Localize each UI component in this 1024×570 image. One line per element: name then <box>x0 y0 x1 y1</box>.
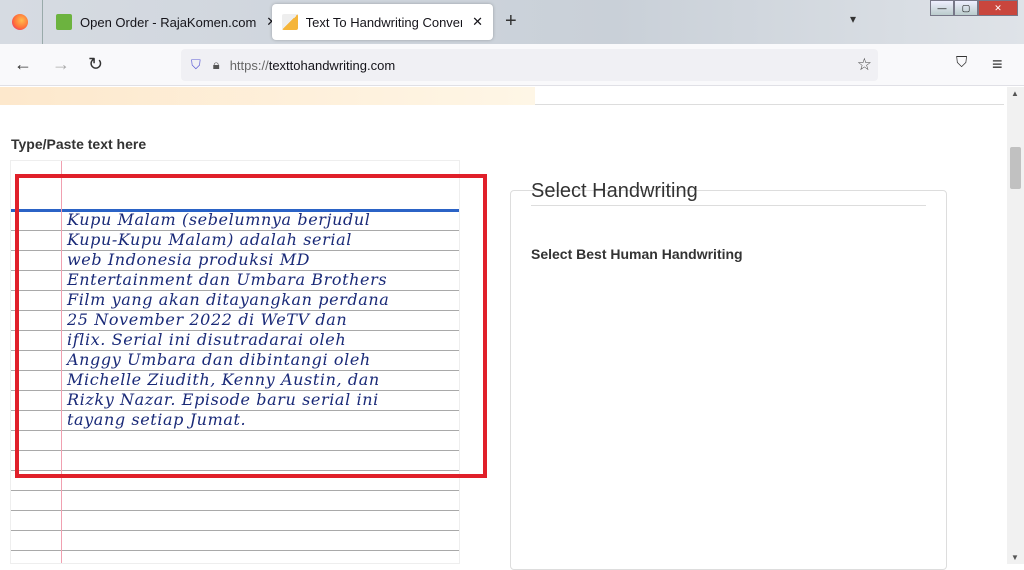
vertical-scrollbar[interactable]: ▲ ▼ <box>1007 87 1024 564</box>
close-tab-icon[interactable]: ✕ <box>472 14 483 30</box>
firefox-icon[interactable] <box>12 14 28 30</box>
maximize-button[interactable]: ▢ <box>954 0 978 16</box>
tab-open-order[interactable]: Open Order - RajaKomen.com ✕ <box>46 4 287 40</box>
scroll-up-icon[interactable]: ▲ <box>1011 89 1019 98</box>
highlight-box <box>15 174 487 478</box>
scrollbar-thumb[interactable] <box>1010 147 1021 189</box>
tab-text-to-handwriting[interactable]: Text To Handwriting Converter - ✕ <box>272 4 493 40</box>
bookmark-star-icon[interactable]: ☆ <box>857 55 872 75</box>
input-label: Type/Paste text here <box>11 136 147 152</box>
panel-title: Select Handwriting <box>531 180 698 202</box>
url-scheme: https:// <box>229 57 269 73</box>
menu-icon[interactable]: ≡ <box>992 54 1003 75</box>
forward-icon[interactable]: → <box>52 54 70 75</box>
divider <box>42 0 43 44</box>
close-window-button[interactable]: ✕ <box>978 0 1018 16</box>
new-tab-button[interactable]: + <box>505 10 517 33</box>
minimize-button[interactable]: — <box>930 0 954 16</box>
reload-icon[interactable]: ↻ <box>88 54 103 75</box>
pocket-icon[interactable]: ⛉ <box>956 54 967 71</box>
lock-icon[interactable]: 🔒︎ <box>213 57 220 73</box>
scroll-down-icon[interactable]: ▼ <box>1011 553 1019 562</box>
address-bar[interactable]: ⛉ 🔒︎ https://texttohandwriting.com ☆ <box>181 49 878 81</box>
back-icon[interactable]: ← <box>14 54 32 75</box>
tab-title: Open Order - RajaKomen.com <box>80 14 257 30</box>
pencil-note-icon <box>282 14 298 30</box>
panel-subtitle: Select Best Human Handwriting <box>531 246 743 262</box>
divider <box>531 205 926 206</box>
tab-bar: Open Order - RajaKomen.com ✕ Text To Han… <box>0 0 1024 44</box>
url-domain: texttohandwriting.com <box>268 57 396 73</box>
list-tabs-chevron-icon[interactable]: ▾ <box>850 12 856 26</box>
ad-banner <box>0 87 1004 105</box>
rajakomen-icon <box>56 14 72 30</box>
navigation-bar: ← → ↻ ⛉ 🔒︎ https://texttohandwriting.com… <box>0 44 1024 86</box>
window-controls: — ▢ ✕ <box>930 0 1018 16</box>
tab-title: Text To Handwriting Converter - <box>305 14 462 30</box>
shield-icon[interactable]: ⛉ <box>191 57 201 73</box>
